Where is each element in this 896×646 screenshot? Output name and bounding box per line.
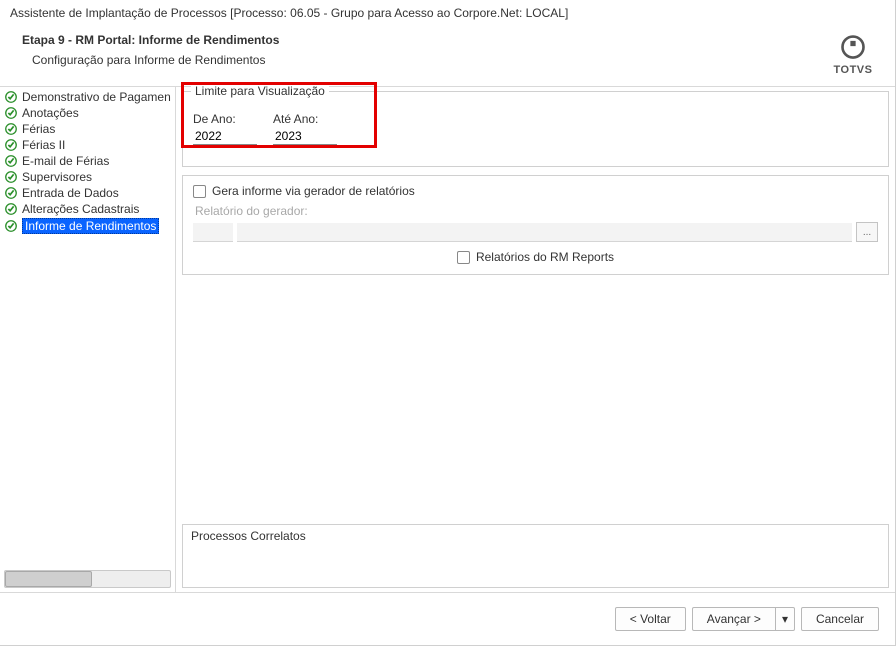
window-title: Assistente de Implantação de Processos [… (0, 0, 895, 25)
sidebar-item-5[interactable]: Supervisores (0, 169, 175, 185)
check-icon (4, 219, 18, 233)
page-subtitle: Configuração para Informe de Rendimentos (32, 53, 825, 67)
header: Etapa 9 - RM Portal: Informe de Rendimen… (0, 25, 895, 86)
sidebar-item-2[interactable]: Férias (0, 121, 175, 137)
next-dropdown-button[interactable]: ▾ (776, 607, 795, 631)
check-icon (4, 138, 18, 152)
sidebar-item-3[interactable]: Férias II (0, 137, 175, 153)
sidebar-item-label: Anotações (22, 106, 79, 120)
cancel-button[interactable]: Cancelar (801, 607, 879, 631)
totvs-logo-icon (839, 33, 867, 61)
from-year-label: De Ano: (193, 112, 257, 126)
check-icon (4, 122, 18, 136)
report-code-input[interactable] (193, 223, 233, 242)
limit-groupbox: Limite para Visualização De Ano: Até Ano… (182, 91, 889, 167)
sidebar-item-6[interactable]: Entrada de Dados (0, 185, 175, 201)
rm-reports-checkbox-label: Relatórios do RM Reports (476, 250, 614, 264)
sidebar-item-label: Informe de Rendimentos (22, 218, 159, 234)
limit-legend: Limite para Visualização (191, 84, 329, 98)
steps-sidebar: Demonstrativo de Pagamen Anotações Férias F… (0, 87, 176, 592)
wizard-footer: < Voltar Avançar > ▾ Cancelar (0, 593, 895, 645)
check-icon (4, 106, 18, 120)
sidebar-item-4[interactable]: E-mail de Férias (0, 153, 175, 169)
chevron-down-icon: ▾ (782, 612, 788, 626)
generator-field-label: Relatório do gerador: (195, 204, 878, 218)
sidebar-item-label: E-mail de Férias (22, 154, 109, 168)
rm-reports-checkbox[interactable] (457, 251, 470, 264)
sidebar-item-label: Férias (22, 122, 55, 136)
check-icon (4, 186, 18, 200)
browse-report-button[interactable]: ... (856, 222, 878, 242)
processos-correlatos-label: Processos Correlatos (191, 529, 306, 543)
back-button[interactable]: < Voltar (615, 607, 686, 631)
generator-checkbox-label: Gera informe via gerador de relatórios (212, 184, 415, 198)
sidebar-item-label: Demonstrativo de Pagamen (22, 90, 171, 104)
check-icon (4, 202, 18, 216)
sidebar-item-label: Férias II (22, 138, 65, 152)
sidebar-item-label: Supervisores (22, 170, 92, 184)
from-year-input[interactable] (193, 128, 257, 145)
page-title: Etapa 9 - RM Portal: Informe de Rendimen… (22, 33, 825, 47)
to-year-input[interactable] (273, 128, 337, 145)
check-icon (4, 154, 18, 168)
next-button[interactable]: Avançar > (692, 607, 776, 631)
sidebar-item-7[interactable]: Alterações Cadastrais (0, 201, 175, 217)
check-icon (4, 170, 18, 184)
sidebar-item-1[interactable]: Anotações (0, 105, 175, 121)
generator-groupbox: Gera informe via gerador de relatórios R… (182, 175, 889, 275)
report-name-input[interactable] (237, 223, 852, 242)
sidebar-item-8[interactable]: Informe de Rendimentos (0, 217, 175, 235)
sidebar-item-label: Entrada de Dados (22, 186, 119, 200)
sidebar-horizontal-scrollbar[interactable] (4, 570, 171, 588)
brand-logo: TOTVS (825, 33, 881, 76)
sidebar-item-0[interactable]: Demonstrativo de Pagamen (0, 89, 175, 105)
to-year-label: Até Ano: (273, 112, 337, 126)
generator-checkbox[interactable] (193, 185, 206, 198)
sidebar-item-label: Alterações Cadastrais (22, 202, 139, 216)
processos-correlatos-panel: Processos Correlatos (182, 524, 889, 588)
check-icon (4, 90, 18, 104)
